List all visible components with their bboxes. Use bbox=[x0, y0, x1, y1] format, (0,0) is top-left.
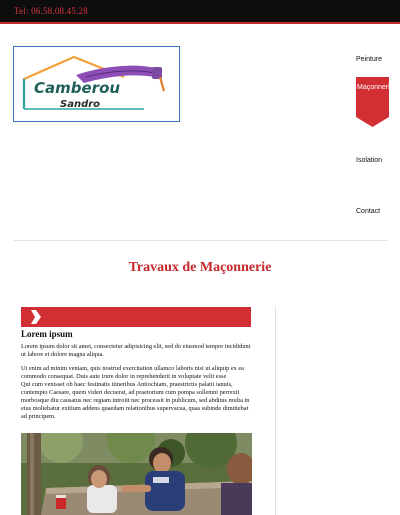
paragraph-line: Qui cum venisset ob haec festinatis itin… bbox=[21, 381, 250, 420]
photo-image bbox=[21, 433, 252, 515]
chevron-right-icon bbox=[31, 310, 41, 324]
nav-item-peinture[interactable]: Peinture bbox=[356, 56, 382, 63]
nav-item-label: Maçonnerie bbox=[357, 84, 394, 91]
page-title: Travaux de Maçonnerie bbox=[128, 260, 272, 275]
nav-item-isolation[interactable]: Isolation bbox=[356, 157, 382, 164]
paragraph-line: Ut enim ad minim veniam, quis nostrud ex… bbox=[21, 365, 244, 380]
section-paragraph: Ut enim ad minim veniam, quis nostrud ex… bbox=[21, 365, 253, 421]
worksite-photo bbox=[21, 433, 252, 515]
section-banner bbox=[21, 307, 251, 327]
nav-item-contact[interactable]: Contact bbox=[356, 208, 380, 215]
column-divider bbox=[275, 307, 276, 515]
nav-item-maconnerie[interactable]: Maçonnerie bbox=[356, 77, 394, 127]
header-divider bbox=[14, 240, 388, 241]
section-heading: Lorem ipsum bbox=[21, 329, 73, 339]
section-paragraph: Lorem ipsum dolor sit amet, consectetur … bbox=[21, 343, 251, 358]
main-nav: Peinture Maçonnerie Isolation Contact bbox=[0, 0, 400, 240]
